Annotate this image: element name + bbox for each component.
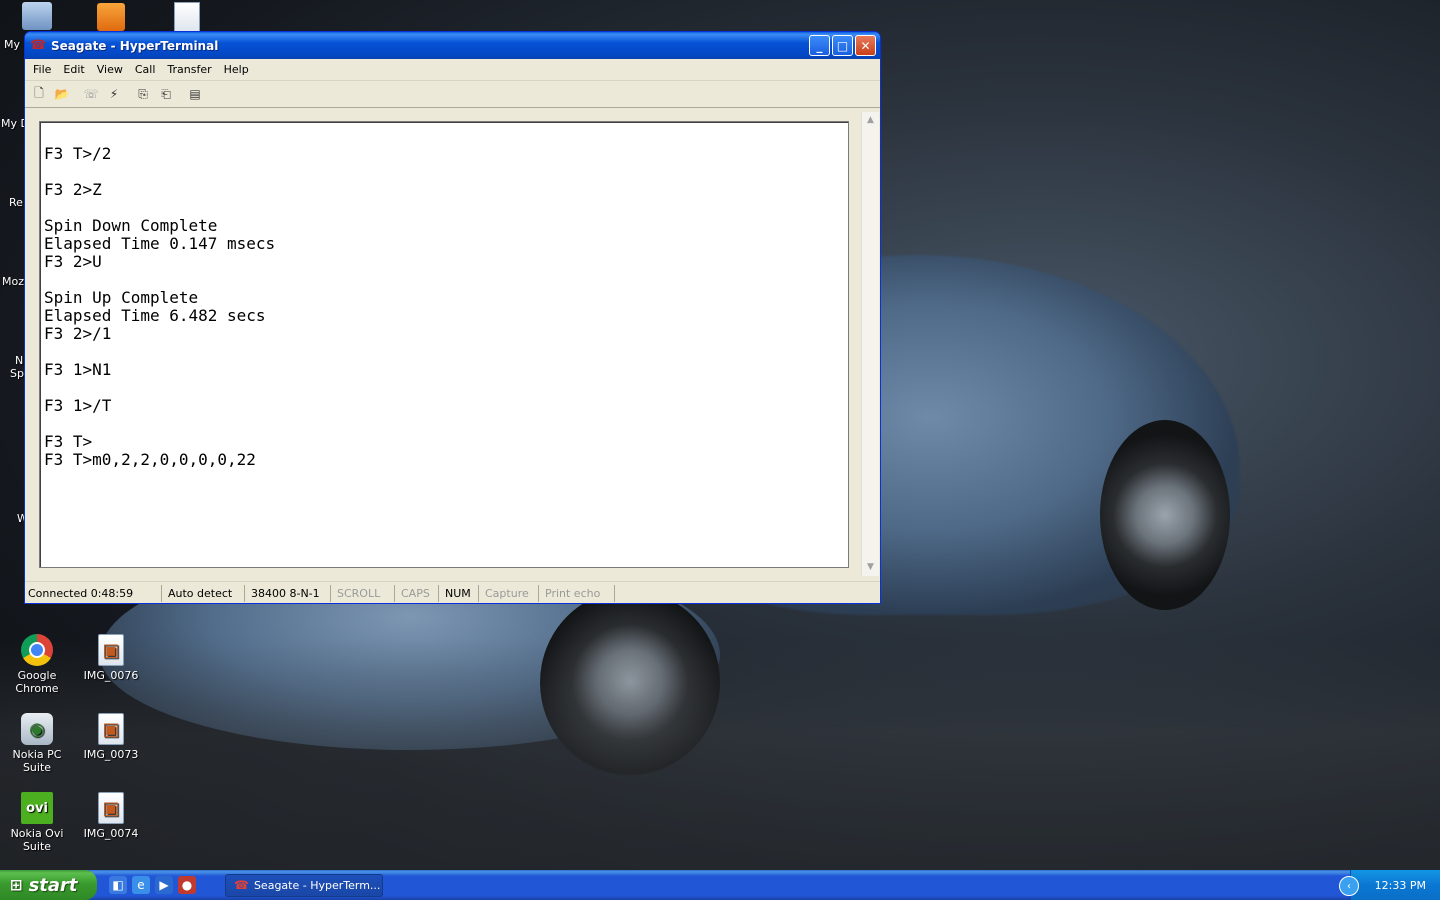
connect-icon[interactable]: ☏ xyxy=(81,85,101,103)
menu-transfer[interactable]: Transfer xyxy=(161,63,217,76)
open-icon[interactable]: 📂 xyxy=(52,85,72,103)
wallpaper-floor xyxy=(0,640,1440,870)
desktop-icon-label: IMG_0073 xyxy=(83,748,139,761)
status-scroll: SCROLL xyxy=(331,584,395,602)
terminal-line: Elapsed Time 6.482 secs xyxy=(44,306,266,325)
taskbar-item-hyperterminal[interactable]: ☎ Seagate - HyperTerm... xyxy=(225,873,383,897)
status-detect: Auto detect xyxy=(162,584,245,602)
status-capture: Capture xyxy=(479,584,539,602)
desktop-edge-label: Sp xyxy=(10,367,24,380)
vertical-scrollbar[interactable]: ▲ ▼ xyxy=(861,112,879,576)
maximize-button[interactable]: □ xyxy=(832,35,853,56)
desktop-edge-label: Moz xyxy=(2,275,24,288)
start-button[interactable]: ⊞ start xyxy=(0,870,97,900)
media-player-icon[interactable]: ▶ xyxy=(155,876,173,894)
scroll-down-icon[interactable]: ▼ xyxy=(862,559,879,576)
desktop-icon-installer[interactable] xyxy=(97,3,125,31)
wallpaper-rear-wheel xyxy=(1100,420,1230,610)
desktop-icon-img-0073[interactable]: ▣ IMG_0073 xyxy=(74,713,148,761)
menu-file[interactable]: File xyxy=(27,63,57,76)
desktop-edge-label: N xyxy=(15,354,24,367)
ovi-icon: ovi xyxy=(21,792,53,824)
image-file-icon: ▣ xyxy=(98,713,124,745)
menu-help[interactable]: Help xyxy=(218,63,255,76)
terminal-line: Spin Down Complete xyxy=(44,216,218,235)
windows-flag-icon: ⊞ xyxy=(10,876,23,894)
disconnect-icon[interactable]: ⚡ xyxy=(104,85,124,103)
status-bar: Connected 0:48:59 Auto detect 38400 8-N-… xyxy=(25,581,880,604)
ovi-logo-text: ovi xyxy=(26,800,48,816)
terminal-line: F3 T>m0,2,2,0,0,0,0,22 xyxy=(44,450,256,469)
internet-explorer-icon[interactable]: e xyxy=(132,876,150,894)
status-print-echo: Print echo xyxy=(539,584,615,602)
terminal-line: F3 1>/T xyxy=(44,396,112,415)
terminal-line: F3 2>/1 xyxy=(44,324,112,343)
desktop-icon-img-0074[interactable]: ▣ IMG_0074 xyxy=(74,792,148,840)
desktop-icon-my-computer[interactable] xyxy=(22,2,52,30)
status-settings: 38400 8-N-1 xyxy=(245,584,331,602)
scroll-up-icon[interactable]: ▲ xyxy=(862,112,879,129)
show-hidden-icons-icon[interactable]: ‹ xyxy=(1339,876,1359,896)
terminal-line: F3 1>N1 xyxy=(44,360,112,379)
terminal-line: F3 2>U xyxy=(44,252,102,271)
status-caps: CAPS xyxy=(395,584,439,602)
desktop-icon-label: IMG_0076 xyxy=(83,669,139,682)
send-icon[interactable]: ⎘ xyxy=(133,85,153,103)
receive-icon[interactable]: ⎗ xyxy=(156,85,176,103)
hyperterminal-app-icon: ☎ xyxy=(30,37,47,53)
window-titlebar[interactable]: ☎ Seagate - HyperTerminal _ □ ✕ xyxy=(25,32,880,59)
hyperterminal-window: ☎ Seagate - HyperTerminal _ □ ✕ File Edi… xyxy=(24,31,881,604)
menu-edit[interactable]: Edit xyxy=(57,63,90,76)
new-icon[interactable]: 🗋 xyxy=(29,85,49,103)
terminal-line: Elapsed Time 0.147 msecs xyxy=(44,234,276,253)
media-app-icon[interactable]: ● xyxy=(178,876,196,894)
hyperterminal-task-icon: ☎ xyxy=(234,878,249,892)
quick-launch: ◧ e ▶ ● xyxy=(109,876,201,894)
terminal-line: F3 T>/2 xyxy=(44,144,112,163)
desktop-edge-label: My xyxy=(4,38,21,51)
minimize-button[interactable]: _ xyxy=(809,35,830,56)
start-label: start xyxy=(28,874,78,896)
clock[interactable]: 12:33 PM xyxy=(1375,879,1426,892)
desktop-icon-label: Google Chrome xyxy=(15,669,59,695)
menu-call[interactable]: Call xyxy=(129,63,162,76)
menu-bar: File Edit View Call Transfer Help xyxy=(25,59,880,81)
status-connected: Connected 0:48:59 xyxy=(25,584,162,602)
properties-icon[interactable]: ▤ xyxy=(185,85,205,103)
desktop-icon-label: Nokia Ovi Suite xyxy=(10,827,64,853)
terminal-line: F3 2>Z xyxy=(44,180,102,199)
terminal-area: F3 T>/2 F3 2>Z Spin Down Complete Elapsed… xyxy=(29,112,879,578)
terminal-line: Spin Up Complete xyxy=(44,288,199,307)
desktop-icon-label: Nokia PC Suite xyxy=(12,748,62,774)
terminal-output[interactable]: F3 T>/2 F3 2>Z Spin Down Complete Elapsed… xyxy=(39,121,849,568)
desktop-icon-google-chrome[interactable]: Google Chrome xyxy=(0,634,74,695)
window-title: Seagate - HyperTerminal xyxy=(51,38,219,53)
desktop-icon-nokia-pc-suite[interactable]: ◉ Nokia PC Suite xyxy=(0,713,74,774)
nokia-pc-suite-icon: ◉ xyxy=(21,713,53,745)
status-num: NUM xyxy=(439,584,479,602)
desktop-icon-img-0076[interactable]: ▣ IMG_0076 xyxy=(74,634,148,682)
terminal-line: F3 T> xyxy=(44,432,93,451)
system-tray: ‹ 12:33 PM xyxy=(1339,870,1440,900)
menu-view[interactable]: View xyxy=(91,63,129,76)
desktop-icon-label: IMG_0074 xyxy=(83,827,139,840)
chrome-icon xyxy=(21,634,53,666)
desktop-edge-label: Re xyxy=(9,196,23,209)
image-file-icon: ▣ xyxy=(98,792,124,824)
toolbar: 🗋 📂 ☏ ⚡ ⎘ ⎗ ▤ xyxy=(25,81,880,108)
taskbar: ⊞ start ◧ e ▶ ● ☎ Seagate - HyperTerm...… xyxy=(0,870,1440,900)
desktop-icon-image-top[interactable] xyxy=(174,2,200,32)
show-desktop-icon[interactable]: ◧ xyxy=(109,876,127,894)
close-button[interactable]: ✕ xyxy=(855,35,876,56)
desktop-icon-nokia-ovi-suite[interactable]: ovi Nokia Ovi Suite xyxy=(0,792,74,853)
taskbar-item-label: Seagate - HyperTerm... xyxy=(253,878,381,892)
image-file-icon: ▣ xyxy=(98,634,124,666)
